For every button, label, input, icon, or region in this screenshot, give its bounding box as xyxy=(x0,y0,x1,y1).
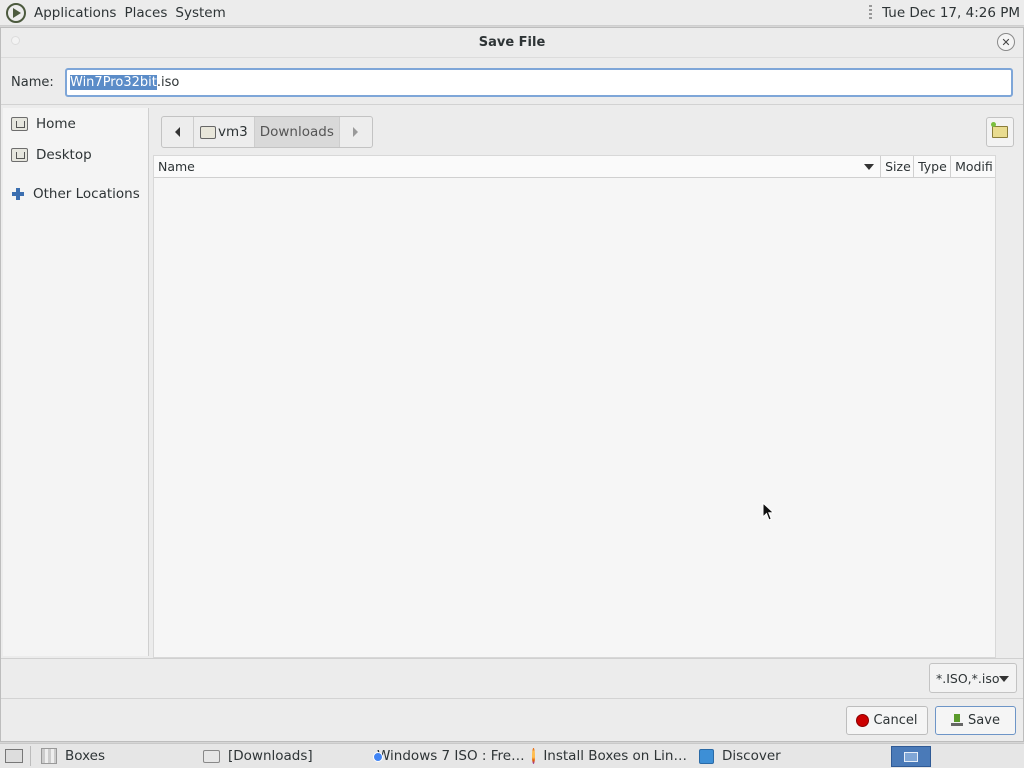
panel-grip-icon xyxy=(869,5,873,21)
places-sidebar: Home Desktop Other Locations xyxy=(3,108,149,656)
file-type-filter[interactable]: *.ISO,*.iso xyxy=(929,663,1017,693)
path-segment-label: vm3 xyxy=(218,124,248,140)
folder-icon xyxy=(203,749,220,763)
taskbar-item-firefox[interactable]: Install Boxes on Lin… xyxy=(526,745,693,767)
taskbar-item-chrome[interactable]: Windows 7 ISO : Fre… xyxy=(363,745,526,767)
divider xyxy=(1,698,1023,699)
dialog-title: Save File xyxy=(478,35,546,50)
cancel-label: Cancel xyxy=(873,713,918,728)
workspace-switcher[interactable] xyxy=(891,746,931,767)
column-label: Name xyxy=(158,159,195,174)
cancel-button[interactable]: Cancel xyxy=(846,706,928,735)
save-file-dialog: Save File ✕ Name: Win7Pro32bit .iso Home … xyxy=(0,27,1024,742)
places-menu[interactable]: Places xyxy=(120,5,171,21)
system-menu[interactable]: System xyxy=(171,5,229,21)
path-segment-label: Downloads xyxy=(259,124,334,140)
applications-menu[interactable]: Applications xyxy=(30,5,120,21)
sidebar-item-home[interactable]: Home xyxy=(3,108,148,139)
filter-label: *.ISO,*.iso xyxy=(936,670,1000,686)
save-label: Save xyxy=(968,713,1000,728)
name-row: Name: Win7Pro32bit .iso xyxy=(1,66,1023,98)
taskbar-item-label: Boxes xyxy=(65,748,106,764)
path-back-button[interactable] xyxy=(162,117,194,147)
column-header-name[interactable]: Name xyxy=(154,156,882,177)
create-folder-button[interactable] xyxy=(986,117,1014,147)
clock-area: Tue Dec 17, 4:26 PM xyxy=(869,0,1020,26)
filename-selected-text: Win7Pro32bit xyxy=(70,74,157,90)
filename-extension-text: .iso xyxy=(156,74,180,90)
plus-icon xyxy=(11,187,25,201)
taskbar: Boxes [Downloads] Windows 7 ISO : Fre… I… xyxy=(0,743,1024,768)
taskbar-item-downloads[interactable]: [Downloads] xyxy=(197,745,363,767)
firefox-icon xyxy=(532,748,536,764)
taskbar-item-label: Install Boxes on Lin… xyxy=(543,748,687,764)
top-panel: Applications Places System Tue Dec 17, 4… xyxy=(0,0,1024,26)
download-save-icon xyxy=(951,714,964,727)
sidebar-item-label: Desktop xyxy=(36,146,92,163)
column-label: Type xyxy=(918,159,947,174)
sidebar-item-label: Other Locations xyxy=(33,185,140,202)
taskbar-item-label: Windows 7 ISO : Fre… xyxy=(377,748,525,764)
column-label: Size xyxy=(885,159,911,174)
boxes-icon xyxy=(41,748,57,764)
sidebar-item-desktop[interactable]: Desktop xyxy=(3,139,148,170)
discover-icon xyxy=(699,748,714,764)
filename-input[interactable]: Win7Pro32bit .iso xyxy=(65,67,1013,97)
chevron-left-icon xyxy=(175,127,180,137)
path-forward-button[interactable] xyxy=(340,117,372,147)
window-menu-icon[interactable] xyxy=(11,36,20,45)
cancel-icon xyxy=(856,714,870,727)
home-folder-icon xyxy=(200,125,216,139)
file-list-header: Name Size Type Modifi xyxy=(154,156,995,178)
name-label: Name: xyxy=(11,74,54,90)
taskbar-item-boxes[interactable]: Boxes xyxy=(35,745,197,767)
taskbar-separator xyxy=(30,746,31,766)
path-segment-downloads[interactable]: Downloads xyxy=(254,117,340,147)
column-header-modified[interactable]: Modifi xyxy=(951,156,995,177)
chevron-right-icon xyxy=(353,127,359,137)
workspace-icon xyxy=(904,751,918,762)
mouse-pointer-icon xyxy=(762,502,775,521)
panel-menu: Applications Places System xyxy=(0,0,230,26)
column-header-type[interactable]: Type xyxy=(914,156,952,177)
taskbar-item-discover[interactable]: Discover xyxy=(693,745,861,767)
sort-descending-icon xyxy=(864,164,875,170)
home-folder-icon xyxy=(11,116,28,131)
column-label: Modifi xyxy=(955,159,993,174)
dialog-titlebar[interactable]: Save File ✕ xyxy=(1,28,1023,58)
close-button[interactable]: ✕ xyxy=(997,33,1015,51)
clock[interactable]: Tue Dec 17, 4:26 PM xyxy=(882,5,1020,21)
sidebar-item-other-locations[interactable]: Other Locations xyxy=(3,178,148,209)
show-desktop-button[interactable] xyxy=(2,745,26,767)
sidebar-item-label: Home xyxy=(36,115,76,132)
path-bar: vm3 Downloads xyxy=(161,116,373,148)
column-header-size[interactable]: Size xyxy=(881,156,915,177)
taskbar-item-label: [Downloads] xyxy=(228,748,313,764)
distro-logo-icon[interactable] xyxy=(6,2,26,23)
chevron-down-icon xyxy=(999,676,1009,682)
close-icon: ✕ xyxy=(1001,35,1011,49)
path-segment-vm3[interactable]: vm3 xyxy=(194,117,255,147)
save-button[interactable]: Save xyxy=(935,706,1016,735)
divider xyxy=(1,104,1023,105)
file-list[interactable]: Name Size Type Modifi xyxy=(153,155,996,658)
divider xyxy=(1,658,1023,659)
new-folder-icon xyxy=(991,122,1008,138)
show-desktop-icon xyxy=(5,749,23,763)
desktop-folder-icon xyxy=(11,147,28,162)
taskbar-item-label: Discover xyxy=(722,748,781,764)
